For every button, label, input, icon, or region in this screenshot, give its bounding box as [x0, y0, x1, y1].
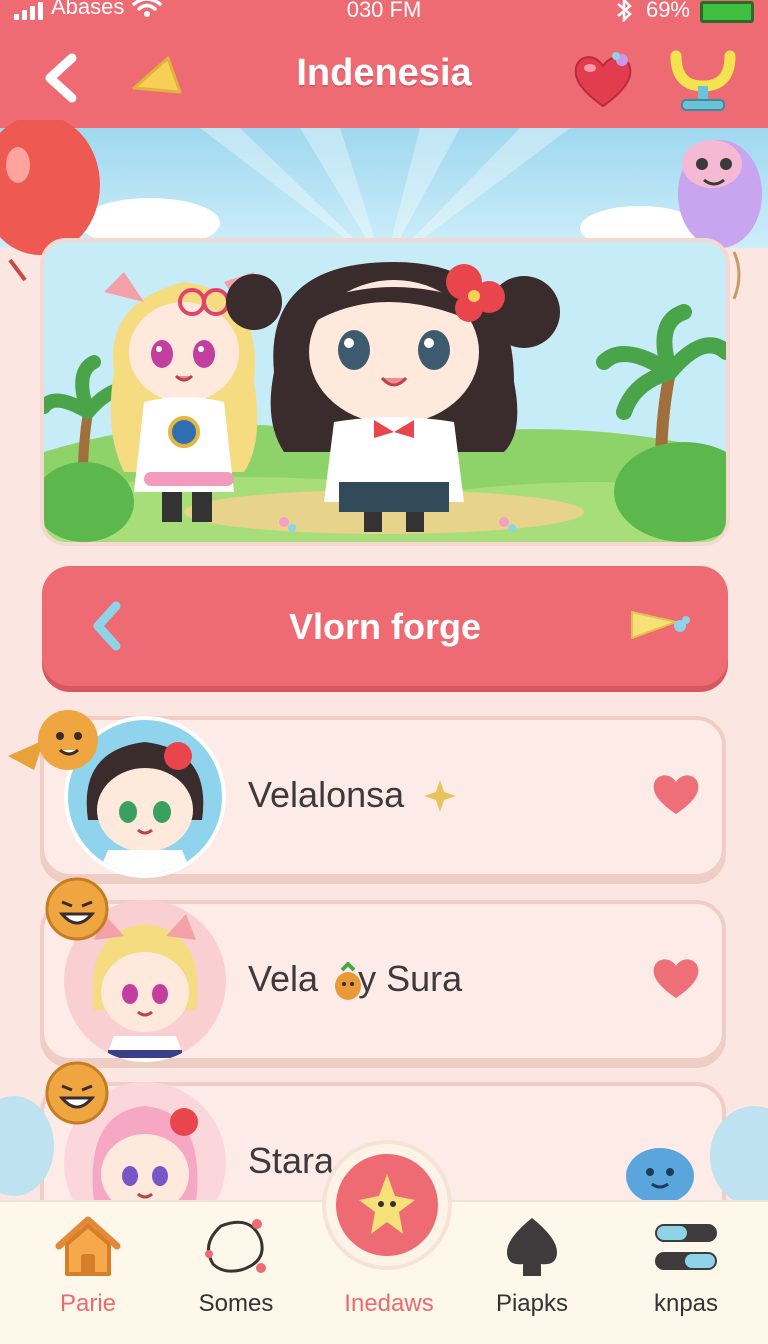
blue-creature-image [626, 1148, 694, 1202]
laughing-emoji-image [45, 877, 109, 941]
nav-label: Somes [198, 1290, 274, 1317]
list-item-name: Stara [248, 1140, 335, 1181]
status-right: 69% [614, 0, 754, 23]
battery-icon [700, 1, 754, 23]
spade-icon [507, 1218, 557, 1276]
like-heart-icon[interactable] [650, 954, 702, 1002]
nav-item-knpas[interactable]: knpas [616, 1202, 756, 1344]
toggles-icon [655, 1224, 717, 1270]
cloud-decoration-image [0, 1096, 54, 1196]
page-title: Indenesia [296, 52, 472, 94]
trophy-icon[interactable] [668, 42, 738, 118]
nav-item-home[interactable]: Parie [18, 1202, 158, 1344]
nav-item-somes[interactable]: Somes [166, 1202, 306, 1344]
favorite-heart-icon[interactable] [570, 46, 636, 112]
nav-label: Inedaws [344, 1290, 434, 1317]
pennant-icon[interactable] [630, 608, 692, 644]
section-banner: Vlorn forge [42, 566, 728, 686]
bubble-icon [205, 1219, 266, 1273]
fab-circle [336, 1154, 438, 1256]
bluetooth-icon [617, 0, 632, 22]
nav-item-piapks[interactable]: Piapks [462, 1202, 602, 1344]
hero-sky-background [0, 128, 768, 248]
nav-label: Piapks [495, 1290, 569, 1317]
chibi-characters-image [44, 242, 726, 542]
header: Indenesia [0, 30, 768, 128]
sky-rays-image [80, 128, 700, 248]
status-bar: Abases 030 FM 69% [0, 0, 768, 30]
section-title: Vlorn forge [288, 606, 481, 647]
flying-creature-image [8, 710, 98, 770]
center-action-button[interactable] [322, 1140, 452, 1270]
sparkle-icon [424, 780, 456, 812]
home-icon [55, 1216, 121, 1276]
list-item[interactable]: Vela y Sura [40, 900, 726, 1062]
hero-illustration [40, 238, 730, 546]
nav-label: knpas [653, 1290, 719, 1317]
cloud-decoration-image [710, 1106, 768, 1202]
list-item-name: Velalonsa [248, 774, 405, 815]
star-icon [359, 1174, 415, 1234]
like-heart-icon[interactable] [650, 770, 702, 818]
nav-label: Parie [59, 1290, 117, 1317]
carrot-icon [335, 962, 361, 1000]
list-item[interactable]: Velalonsa [40, 716, 726, 878]
battery-percent: 69% [645, 0, 690, 22]
